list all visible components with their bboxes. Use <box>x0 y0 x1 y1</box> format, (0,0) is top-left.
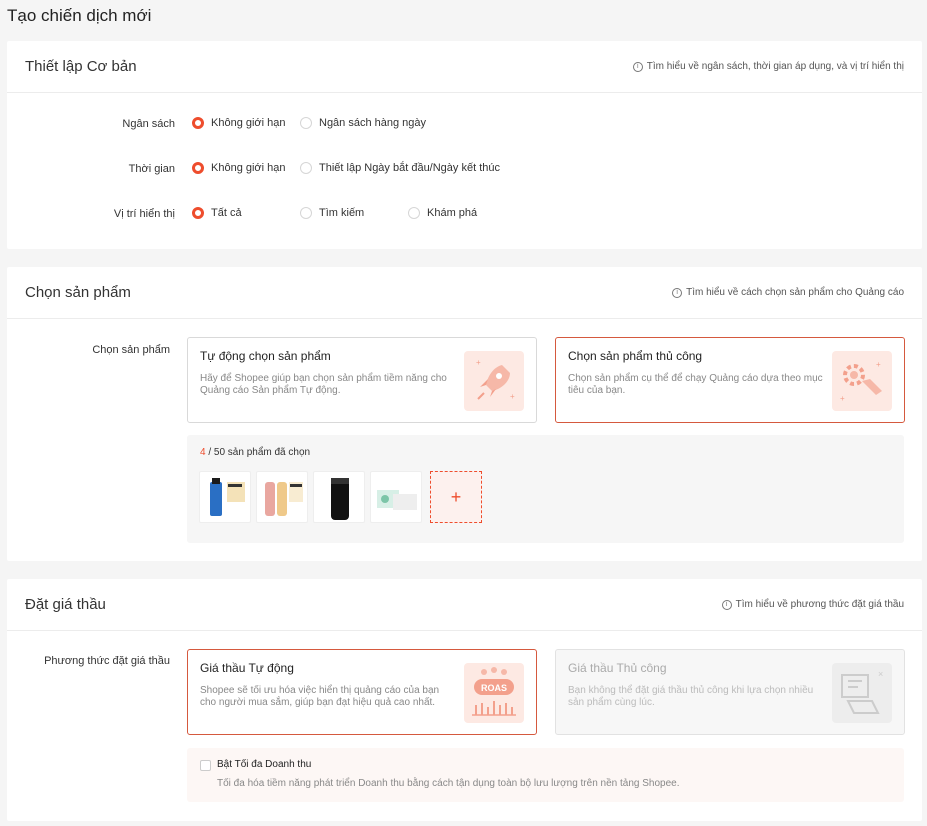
max-revenue-checkbox[interactable] <box>200 760 211 771</box>
products-help-text: Tìm hiểu về cách chọn sản phẩm cho Quảng… <box>686 287 904 298</box>
svg-text:+: + <box>840 394 845 403</box>
radio-unchecked-icon <box>300 207 312 219</box>
selected-products-count: 4 / 50 sản phẩm đã chọn <box>200 447 310 458</box>
manual-product-option[interactable]: Chọn sản phẩm thủ công Chọn sản phẩm cụ … <box>555 337 905 423</box>
manual-bid-option: Giá thầu Thủ công Bạn không thể đặt giá … <box>555 649 905 735</box>
auto-bid-desc: Shopee sẽ tối ưu hóa việc hiển thị quảng… <box>200 685 440 708</box>
products-help-link[interactable]: i Tìm hiểu về cách chọn sản phẩm cho Quả… <box>672 287 904 298</box>
budget-daily-radio[interactable]: Ngân sách hàng ngày <box>300 117 426 129</box>
selected-products-panel: 4 / 50 sản phẩm đã chọn + <box>187 435 904 543</box>
radio-unchecked-icon <box>300 117 312 129</box>
budget-label: Ngân sách <box>122 118 175 130</box>
info-icon: i <box>721 599 732 610</box>
manual-bid-desc: Bạn không thể đặt giá thầu thủ công khi … <box>568 685 814 708</box>
product-thumbnail[interactable] <box>199 471 251 523</box>
max-revenue-panel: Bật Tối đa Doanh thu Tối đa hóa tiềm năn… <box>187 748 904 802</box>
auto-product-desc: Hãy để Shopee giúp bạn chọn sản phẩm tiề… <box>200 373 447 396</box>
page-title: Tạo chiến dịch mới <box>7 6 152 25</box>
svg-text:+: + <box>476 358 481 367</box>
product-thumbnail[interactable] <box>256 471 308 523</box>
time-range-label: Thiết lập Ngày bắt đầu/Ngày kết thúc <box>319 162 500 174</box>
placement-search-label: Tìm kiếm <box>319 207 365 219</box>
radio-unchecked-icon <box>408 207 420 219</box>
placement-label: Vị trí hiển thị <box>113 208 175 220</box>
basic-settings-header: Thiết lập Cơ bản i Tìm hiểu về ngân sách… <box>7 41 922 93</box>
roas-icon: ROAS <box>464 663 524 723</box>
auto-bid-option[interactable]: Giá thầu Tự động Shopee sẽ tối ưu hóa vi… <box>187 649 537 735</box>
svg-text:+: + <box>876 360 881 369</box>
info-icon: i <box>632 61 643 72</box>
basic-help-link[interactable]: i Tìm hiểu về ngân sách, thời gian áp dụ… <box>632 61 904 72</box>
placement-all-radio[interactable]: Tất cả <box>192 207 242 219</box>
bidding-card: Đặt giá thầu i Tìm hiểu về phương thức đ… <box>7 579 922 821</box>
product-selection-card: Chọn sản phẩm i Tìm hiểu về cách chọn sả… <box>7 267 922 561</box>
radio-unchecked-icon <box>300 162 312 174</box>
placement-all-label: Tất cả <box>211 207 242 219</box>
radio-checked-icon <box>192 207 204 219</box>
radio-checked-icon <box>192 117 204 129</box>
budget-unlimited-label: Không giới hạn <box>211 117 286 129</box>
budget-unlimited-radio[interactable]: Không giới hạn <box>192 117 286 129</box>
placement-discover-radio[interactable]: Khám phá <box>408 207 477 219</box>
gear-hand-icon: + + <box>832 351 892 411</box>
product-thumbnail[interactable] <box>370 471 422 523</box>
basic-help-text: Tìm hiểu về ngân sách, thời gian áp dụng… <box>646 61 904 72</box>
time-unlimited-label: Không giới hạn <box>211 162 286 174</box>
roas-badge-text: ROAS <box>481 683 507 693</box>
budget-daily-label: Ngân sách hàng ngày <box>319 117 427 129</box>
auto-product-option[interactable]: Tự động chọn sản phẩm Hãy để Shopee giúp… <box>187 337 537 423</box>
placement-search-radio[interactable]: Tìm kiếm <box>300 207 364 219</box>
product-thumbnail[interactable] <box>313 471 365 523</box>
radio-checked-icon <box>192 162 204 174</box>
time-range-radio[interactable]: Thiết lập Ngày bắt đầu/Ngày kết thúc <box>300 162 500 174</box>
product-select-label: Chọn sản phẩm <box>92 344 170 356</box>
svg-text:+: + <box>510 392 515 401</box>
selected-count-max: / 50 sản phẩm đã chọn <box>205 447 311 458</box>
bidding-help-text: Tìm hiểu về phương thức đặt giá thầu <box>735 599 904 610</box>
basic-settings-card: Thiết lập Cơ bản i Tìm hiểu về ngân sách… <box>7 41 922 249</box>
product-selection-title: Chọn sản phẩm <box>25 284 131 301</box>
info-icon: i <box>672 287 683 298</box>
time-label: Thời gian <box>128 163 175 175</box>
max-revenue-desc: Tối đa hóa tiềm năng phát triển Doanh th… <box>217 778 680 789</box>
svg-text:×: × <box>878 669 883 679</box>
placement-discover-label: Khám phá <box>427 207 478 219</box>
bidding-header: Đặt giá thầu i Tìm hiểu về phương thức đ… <box>7 579 922 631</box>
bidding-title: Đặt giá thầu <box>25 596 106 613</box>
manual-product-desc: Chọn sản phẩm cụ thể để chạy Quảng cáo d… <box>568 373 823 396</box>
bidding-help-link[interactable]: i Tìm hiểu về phương thức đặt giá thầu <box>721 599 904 610</box>
manual-bid-icon: × <box>832 663 892 723</box>
bid-method-label: Phương thức đặt giá thầu <box>44 655 170 667</box>
product-selection-header: Chọn sản phẩm i Tìm hiểu về cách chọn sả… <box>7 267 922 319</box>
max-revenue-title: Bật Tối đa Doanh thu <box>217 759 312 770</box>
basic-settings-title: Thiết lập Cơ bản <box>25 58 137 75</box>
add-product-button[interactable]: + <box>430 471 482 523</box>
rocket-icon: + + <box>464 351 524 411</box>
time-unlimited-radio[interactable]: Không giới hạn <box>192 162 286 174</box>
